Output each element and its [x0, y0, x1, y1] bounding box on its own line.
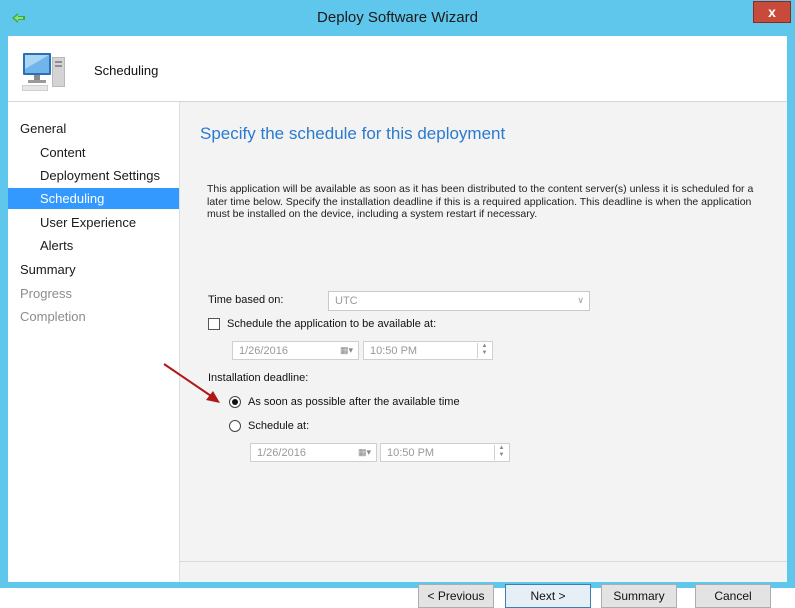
deadline-date-value: 1/26/2016 [257, 447, 306, 459]
calendar-icon[interactable]: ▦▾ [337, 344, 356, 357]
nav-item-progress: Progress [20, 286, 73, 301]
window-title: Deploy Software Wizard [317, 9, 478, 26]
available-date-value: 1/26/2016 [239, 345, 288, 357]
schedule-available-checkbox[interactable] [208, 318, 220, 330]
deadline-date-picker[interactable]: 1/26/2016 ▦▾ [250, 443, 377, 462]
nav-item-summary[interactable]: Summary [20, 259, 76, 280]
deadline-time-value: 10:50 PM [387, 447, 435, 459]
calendar-icon[interactable]: ▦▾ [355, 446, 374, 459]
deadline-asap-label: As soon as possible after the available … [248, 396, 460, 408]
deadline-schedule-label: Schedule at: [248, 420, 310, 432]
time-based-on-value: UTC [335, 295, 358, 307]
close-button[interactable]: x [753, 1, 791, 23]
divider [180, 561, 787, 562]
wizard-window: Deploy Software Wizard x Scheduling Gene… [0, 0, 795, 608]
wizard-header: Scheduling [8, 36, 787, 102]
nav-item-content[interactable]: Content [40, 142, 86, 163]
available-time-value: 10:50 PM [370, 345, 418, 357]
time-spinner-icon[interactable]: ▲ ▼ [494, 445, 508, 460]
nav-item-deployment-settings[interactable]: Deployment Settings [40, 165, 160, 186]
time-spinner-icon[interactable]: ▲ ▼ [477, 343, 491, 358]
available-time-picker[interactable]: 10:50 PM ▲ ▼ [363, 341, 493, 360]
page-title: Scheduling [94, 63, 159, 78]
deadline-time-picker[interactable]: 10:50 PM ▲ ▼ [380, 443, 510, 462]
section-heading: Specify the schedule for this deployment [200, 124, 506, 143]
nav-item-completion: Completion [20, 309, 86, 324]
computer-icon [22, 53, 65, 91]
time-based-on-label: Time based on: [208, 294, 284, 306]
nav-item-general[interactable]: General [20, 118, 66, 139]
nav-item-alerts[interactable]: Alerts [40, 235, 73, 256]
wizard-client: Scheduling General Content Deployment Se… [8, 36, 787, 608]
chevron-down-icon: ∨ [577, 295, 584, 305]
nav-item-user-experience[interactable]: User Experience [40, 212, 136, 233]
wizard-page: Specify the schedule for this deployment… [180, 102, 787, 608]
title-bar[interactable]: Deploy Software Wizard x [0, 0, 795, 36]
available-date-picker[interactable]: 1/26/2016 ▦▾ [232, 341, 359, 360]
deadline-schedule-radio[interactable] [229, 420, 241, 432]
wizard-nav: General Content Deployment Settings Sche… [8, 102, 180, 582]
nav-item-scheduling[interactable]: Scheduling [8, 188, 179, 209]
annotation-arrow-icon [163, 363, 220, 403]
schedule-available-label: Schedule the application to be available… [227, 318, 437, 330]
time-based-on-select[interactable]: UTC ∨ [328, 291, 590, 311]
description-text: This application will be available as so… [207, 183, 754, 220]
